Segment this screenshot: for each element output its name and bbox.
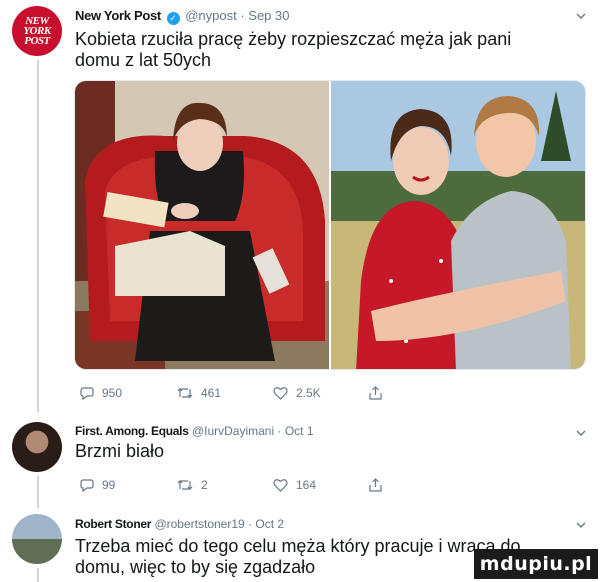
share-button[interactable] bbox=[369, 386, 390, 400]
author-handle[interactable]: @nypost bbox=[185, 8, 237, 23]
tweet-header: Robert Stoner @robertstoner19 · Oct 2 bbox=[75, 517, 285, 531]
nypost-logo: NEW YORK POST bbox=[23, 15, 51, 47]
avatar[interactable] bbox=[12, 514, 62, 564]
heart-icon bbox=[273, 479, 288, 492]
reply-icon bbox=[80, 387, 94, 400]
reply-button[interactable]: 99 bbox=[80, 478, 177, 492]
retweet-icon bbox=[177, 480, 193, 490]
chevron-down-icon[interactable] bbox=[576, 11, 586, 21]
watermark-logo: mdupiu.pl bbox=[474, 549, 598, 579]
photo-woman-reading[interactable] bbox=[75, 81, 329, 369]
author-name[interactable]: First. Among. Equals bbox=[75, 424, 189, 438]
tweet-text: Kobieta rzuciła pracę żeby rozpieszczać … bbox=[75, 29, 512, 70]
tweet-header: New York Post ✓ @nypost · Sep 30 bbox=[75, 8, 290, 25]
retweet-button[interactable]: 461 bbox=[177, 386, 273, 400]
verified-badge-icon: ✓ bbox=[166, 12, 180, 25]
like-button[interactable]: 2.5K bbox=[273, 386, 369, 400]
like-count: 164 bbox=[296, 478, 317, 492]
chevron-down-icon[interactable] bbox=[576, 520, 586, 530]
tweet-date[interactable]: Sep 30 bbox=[248, 8, 289, 23]
author-name[interactable]: New York Post bbox=[75, 8, 161, 23]
tweet-date[interactable]: Oct 2 bbox=[255, 517, 284, 531]
heart-icon bbox=[273, 387, 288, 400]
thread-line bbox=[37, 60, 39, 412]
retweet-icon bbox=[177, 388, 193, 398]
reply-count: 950 bbox=[102, 386, 123, 400]
chevron-down-icon[interactable] bbox=[576, 428, 586, 438]
share-icon bbox=[369, 478, 382, 492]
retweet-count: 461 bbox=[201, 386, 222, 400]
tweet-text: Trzeba mieć do tego celu męża który prac… bbox=[75, 536, 521, 577]
reply-button[interactable]: 950 bbox=[80, 386, 177, 400]
avatar[interactable]: NEW YORK POST bbox=[12, 6, 62, 56]
retweet-button[interactable]: 2 bbox=[177, 478, 273, 492]
tweet-actions: 950 461 2.5K bbox=[80, 386, 390, 400]
retweet-count: 2 bbox=[201, 478, 208, 492]
share-icon bbox=[369, 386, 382, 400]
reply-count: 99 bbox=[102, 478, 116, 492]
tweet-actions: 99 2 164 bbox=[80, 478, 390, 492]
tweet-date[interactable]: Oct 1 bbox=[285, 424, 314, 438]
thread-line bbox=[37, 476, 39, 508]
like-count: 2.5K bbox=[296, 386, 321, 400]
like-button[interactable]: 164 bbox=[273, 478, 369, 492]
share-button[interactable] bbox=[369, 478, 390, 492]
author-handle[interactable]: @robertstoner19 bbox=[154, 517, 244, 531]
thread-line bbox=[37, 568, 39, 582]
avatar[interactable] bbox=[12, 422, 62, 472]
reply-icon bbox=[80, 479, 94, 492]
photo-couple[interactable] bbox=[331, 81, 585, 369]
tweet-header: First. Among. Equals @IurvDayimani · Oct… bbox=[75, 424, 314, 438]
author-handle[interactable]: @IurvDayimani bbox=[192, 424, 274, 438]
author-name[interactable]: Robert Stoner bbox=[75, 517, 151, 531]
tweet-media[interactable] bbox=[74, 80, 586, 370]
tweet-text: Brzmi biało bbox=[75, 441, 165, 461]
